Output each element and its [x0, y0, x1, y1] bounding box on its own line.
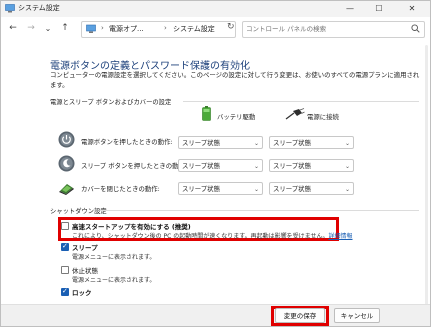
hibernate-checkbox[interactable] — [61, 266, 69, 274]
footer-bar: 変更の保存 キャンセル — [1, 304, 430, 326]
power-buttons-section-title: 電源とスリープ ボタンおよびカバーの設定 — [50, 99, 172, 106]
select-value: スリープ状態 — [273, 185, 311, 193]
address-breadcrumb[interactable]: › 電源オプ... › システム設定 — [81, 21, 236, 38]
hibernate-option-description: 電源メニューに表示されます。 — [72, 277, 156, 284]
lid-close-battery-select[interactable]: スリープ状態 ⌄ — [178, 182, 263, 195]
select-value: スリープ状態 — [273, 162, 311, 170]
sleep-option-description: 電源メニューに表示されます。 — [72, 254, 156, 261]
sleep-button-icon — [58, 155, 75, 172]
page-description: コンピューターの電源設定を選択してください。このページの設定に対して行う変更は、… — [50, 71, 420, 89]
up-button[interactable]: ↑ — [59, 22, 71, 35]
fast-startup-description-text: これにより、シャットダウン後の PC の起動時間が速くなります。再起動は影響を受… — [72, 233, 329, 240]
title-bar: システム設定 — ☐ ✕ — [1, 1, 430, 17]
sleep-checkbox[interactable] — [61, 242, 69, 251]
control-panel-icon — [5, 4, 15, 13]
save-changes-button[interactable]: 変更の保存 — [275, 308, 325, 323]
refresh-button[interactable]: ↻ — [227, 22, 235, 32]
system-settings-window: システム設定 — ☐ ✕ ← → ⌄ ↑ › 電源オプ... › システム設定 … — [0, 0, 431, 327]
select-value: スリープ状態 — [182, 139, 220, 147]
power-button-icon — [58, 131, 75, 148]
main-content: 電源ボタンの定義とパスワード保護の有効化 コンピューターの電源設定を選択してくだ… — [1, 41, 430, 326]
sleep-button-battery-select[interactable]: スリープ状態 ⌄ — [178, 159, 263, 172]
power-button-plugged-select[interactable]: スリープ状態 ⌄ — [269, 136, 354, 149]
select-value: スリープ状態 — [182, 185, 220, 193]
maximize-button[interactable]: ☐ — [365, 1, 393, 17]
search-input[interactable] — [246, 23, 396, 35]
power-plug-icon — [285, 108, 305, 120]
breadcrumb-power-options[interactable]: 電源オプ... — [109, 24, 144, 34]
search-box[interactable] — [242, 21, 425, 38]
laptop-lid-icon — [59, 184, 74, 195]
section-divider — [183, 101, 419, 102]
lock-checkbox[interactable] — [61, 287, 69, 296]
search-icon — [411, 24, 420, 33]
shutdown-section-title: シャットダウン設定 — [50, 208, 107, 215]
address-row: ← → ⌄ ↑ › 電源オプ... › システム設定 ↻ — [1, 18, 430, 40]
lock-option-label: ロック — [72, 289, 92, 297]
chevron-down-icon: ⌄ — [344, 163, 350, 170]
fast-startup-description: これにより、シャットダウン後の PC の起動時間が速くなります。再起動は影響を受… — [72, 231, 353, 240]
battery-column-header: バッテリ駆動 — [217, 113, 256, 121]
plugged-in-column-header: 電源に接続 — [307, 113, 339, 121]
power-button-action-label: 電源ボタンを押したときの動作: — [81, 138, 173, 146]
power-button-battery-select[interactable]: スリープ状態 ⌄ — [178, 136, 263, 149]
battery-icon — [202, 106, 211, 121]
fast-startup-checkbox[interactable] — [61, 222, 69, 230]
hibernate-option-label: 休止状態 — [72, 267, 98, 275]
cancel-button[interactable]: キャンセル — [334, 308, 380, 323]
chevron-down-icon: ⌄ — [253, 186, 259, 193]
select-value: スリープ状態 — [182, 162, 220, 170]
control-panel-icon — [86, 24, 96, 33]
chevron-down-icon: ⌄ — [344, 140, 350, 147]
close-button[interactable]: ✕ — [398, 1, 426, 17]
chevron-down-icon: ⌄ — [344, 186, 350, 193]
breadcrumb-separator: › — [101, 24, 104, 32]
chevron-down-icon: ⌄ — [253, 163, 259, 170]
back-button[interactable]: ← — [7, 22, 19, 35]
sleep-button-action-label: スリープ ボタンを押したときの動作: — [81, 162, 188, 170]
minimize-button[interactable]: — — [336, 1, 364, 17]
lid-close-action-label: カバーを閉じたときの動作: — [81, 185, 160, 193]
window-title: システム設定 — [18, 4, 60, 12]
learn-more-link[interactable]: 詳細情報 — [328, 233, 352, 240]
chevron-down-icon: ⌄ — [253, 140, 259, 147]
breadcrumb-system-settings[interactable]: システム設定 — [173, 24, 215, 34]
breadcrumb-separator: › — [164, 24, 167, 32]
fast-startup-label: 高速スタートアップを有効にする (推奨) — [72, 223, 191, 231]
sleep-option-label: スリープ — [72, 244, 98, 252]
sleep-button-plugged-select[interactable]: スリープ状態 ⌄ — [269, 159, 354, 172]
section-divider — [100, 210, 419, 211]
recent-locations-button[interactable]: ⌄ — [42, 22, 54, 35]
lid-close-plugged-select[interactable]: スリープ状態 ⌄ — [269, 182, 354, 195]
forward-button[interactable]: → — [25, 22, 37, 35]
select-value: スリープ状態 — [273, 139, 311, 147]
vertical-scrollbar[interactable] — [425, 45, 428, 321]
page-title: 電源ボタンの定義とパスワード保護の有効化 — [50, 61, 250, 72]
